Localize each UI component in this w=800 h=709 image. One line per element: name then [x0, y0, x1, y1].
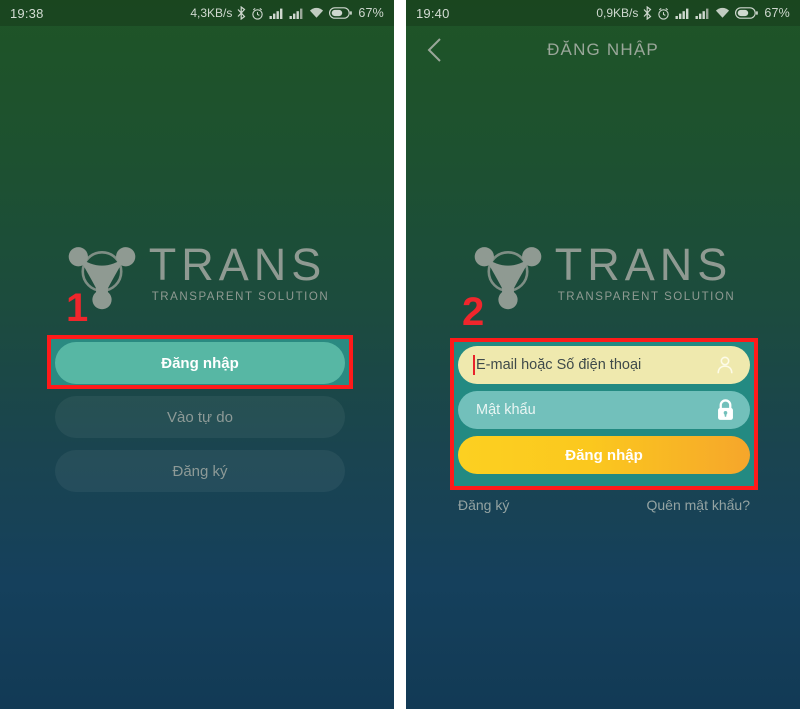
- logo-text-block: TRANS TRANSPARENT SOLUTION: [148, 238, 330, 304]
- email-field[interactable]: E-mail hoặc Số điện thoại: [458, 346, 750, 384]
- login-button[interactable]: Đăng nhập: [55, 342, 345, 384]
- status-bar: 19:40 0,9KB/s 67%: [406, 0, 800, 26]
- app-logo: TRANS TRANSPARENT SOLUTION: [0, 236, 394, 310]
- battery-percent-label: 67%: [358, 6, 384, 20]
- text-caret: [473, 355, 475, 375]
- email-placeholder: E-mail hoặc Số điện thoại: [476, 357, 642, 373]
- page-title: ĐĂNG NHẬP: [547, 40, 659, 59]
- bluetooth-icon: [237, 6, 246, 20]
- phone-screen-welcome: 19:38 4,3KB/s 67% TRANS TRANSPARENT SOLU…: [0, 0, 394, 709]
- login-form: E-mail hoặc Số điện thoại Mật khẩu Đăng …: [458, 346, 750, 474]
- logo-title: TRANS: [554, 238, 733, 290]
- alarm-icon: [251, 7, 264, 20]
- status-icons: 4,3KB/s 67%: [190, 6, 384, 20]
- logo-tagline: TRANSPARENT SOLUTION: [557, 291, 736, 304]
- back-chevron-icon[interactable]: [422, 35, 448, 65]
- password-field[interactable]: Mật khẩu: [458, 391, 750, 429]
- wifi-icon: [715, 7, 730, 19]
- lock-icon: [715, 399, 736, 422]
- status-bar: 19:38 4,3KB/s 67%: [0, 0, 394, 26]
- battery-icon: [329, 7, 353, 19]
- register-link[interactable]: Đăng ký: [458, 497, 509, 513]
- alarm-icon: [657, 7, 670, 20]
- panel-divider: [394, 0, 406, 709]
- signal-sim1-icon: [675, 7, 690, 19]
- signal-sim2-icon: [695, 7, 710, 19]
- step-marker-1: 1: [66, 286, 89, 330]
- logo-tagline: TRANSPARENT SOLUTION: [151, 291, 330, 304]
- password-placeholder: Mật khẩu: [476, 402, 536, 418]
- network-speed-label: 4,3KB/s: [190, 6, 233, 20]
- battery-percent-label: 67%: [764, 6, 790, 20]
- signal-sim1-icon: [269, 7, 284, 19]
- welcome-button-stack: Đăng nhập: [55, 342, 345, 384]
- submit-login-button[interactable]: Đăng nhập: [458, 436, 750, 474]
- form-links: Đăng ký Quên mật khẩu?: [458, 497, 750, 513]
- user-icon: [714, 354, 736, 376]
- status-time: 19:40: [416, 5, 450, 21]
- logo-title: TRANS: [148, 238, 327, 290]
- free-access-button[interactable]: Vào tự do: [55, 396, 345, 438]
- register-button-wrap: Đăng ký: [55, 450, 345, 492]
- wifi-icon: [309, 7, 324, 19]
- screenshot-pair: 19:38 4,3KB/s 67% TRANS TRANSPARENT SOLU…: [0, 0, 800, 709]
- network-speed-label: 0,9KB/s: [596, 6, 639, 20]
- free-access-button-wrap: Vào tự do: [55, 396, 345, 438]
- status-time: 19:38: [10, 5, 44, 21]
- register-button[interactable]: Đăng ký: [55, 450, 345, 492]
- step-marker-2: 2: [462, 290, 485, 334]
- forgot-password-link[interactable]: Quên mật khẩu?: [646, 497, 750, 513]
- logo-text-block: TRANS TRANSPARENT SOLUTION: [554, 238, 736, 304]
- status-icons: 0,9KB/s 67%: [596, 6, 790, 20]
- bluetooth-icon: [643, 6, 652, 20]
- nav-header: ĐĂNG NHẬP: [406, 26, 800, 74]
- signal-sim2-icon: [289, 7, 304, 19]
- battery-icon: [735, 7, 759, 19]
